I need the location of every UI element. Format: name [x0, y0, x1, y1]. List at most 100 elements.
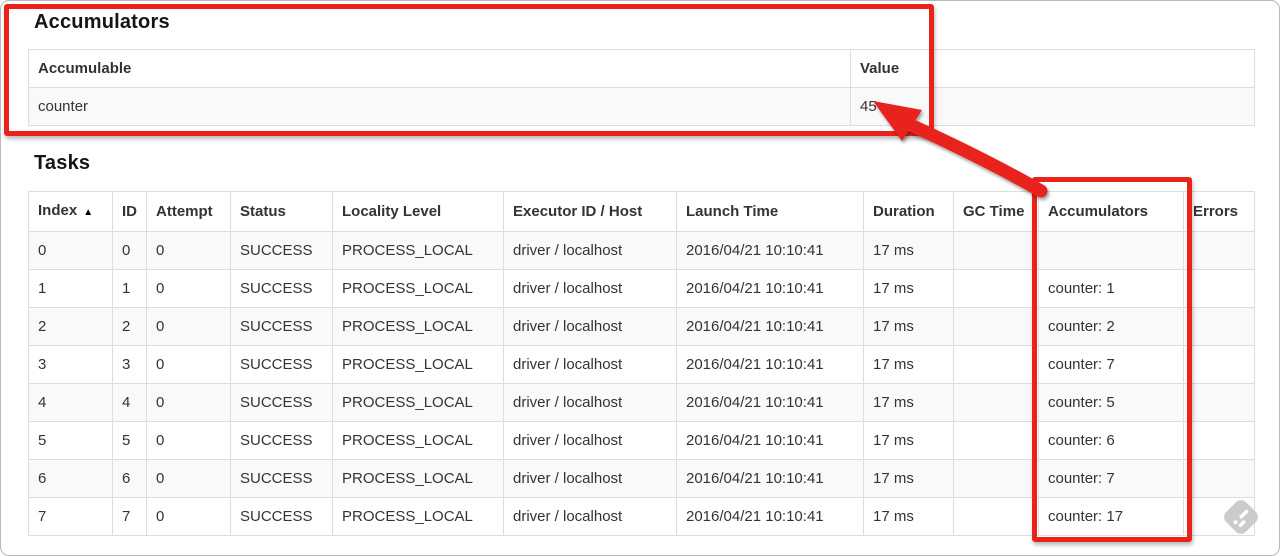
task-cell-locality-level: PROCESS_LOCAL — [332, 345, 504, 384]
task-cell-launch-time: 2016/04/21 10:10:41 — [676, 421, 864, 460]
task-cell-attempt: 0 — [146, 383, 231, 422]
task-cell-locality-level: PROCESS_LOCAL — [332, 269, 504, 308]
accumulators-table: Accumulable Value counter 45 — [28, 49, 1255, 126]
task-cell-id: 6 — [112, 459, 147, 498]
task-cell-gc-time — [953, 497, 1039, 536]
task-cell-duration: 17 ms — [863, 307, 954, 346]
accumulator-row: counter 45 — [28, 87, 1255, 126]
task-cell-duration: 17 ms — [863, 421, 954, 460]
task-cell-id: 7 — [112, 497, 147, 536]
col-header-accumulators[interactable]: Accumulators — [1038, 191, 1184, 232]
task-cell-id: 3 — [112, 345, 147, 384]
task-cell-duration: 17 ms — [863, 345, 954, 384]
task-cell-gc-time — [953, 421, 1039, 460]
task-cell-executor-id-host: driver / localhost — [503, 421, 677, 460]
task-cell-id: 4 — [112, 383, 147, 422]
task-cell-attempt: 0 — [146, 459, 231, 498]
task-cell-errors — [1183, 269, 1255, 308]
task-row: 7 7 0 SUCCESS PROCESS_LOCAL driver / localhos… — [28, 497, 1255, 536]
task-cell-index: 5 — [28, 421, 113, 460]
task-cell-gc-time — [953, 307, 1039, 346]
task-cell-gc-time — [953, 269, 1039, 308]
task-cell-attempt: 0 — [146, 231, 231, 270]
col-header-locality-level[interactable]: Locality Level — [332, 191, 504, 232]
task-cell-index: 7 — [28, 497, 113, 536]
task-cell-executor-id-host: driver / localhost — [503, 459, 677, 498]
task-cell-attempt: 0 — [146, 345, 231, 384]
task-cell-id: 0 — [112, 231, 147, 270]
task-cell-duration: 17 ms — [863, 459, 954, 498]
task-cell-launch-time: 2016/04/21 10:10:41 — [676, 383, 864, 422]
task-cell-accumulators: counter: 7 — [1038, 345, 1184, 384]
tasks-header-row: Index ▲ ID Attempt Status Locality Level Execu… — [28, 191, 1255, 232]
task-cell-errors — [1183, 307, 1255, 346]
task-cell-executor-id-host: driver / localhost — [503, 231, 677, 270]
task-cell-launch-time: 2016/04/21 10:10:41 — [676, 459, 864, 498]
col-header-accumulable[interactable]: Accumulable — [28, 49, 851, 88]
task-cell-executor-id-host: driver / localhost — [503, 307, 677, 346]
task-row: 5 5 0 SUCCESS PROCESS_LOCAL driver / localhos… — [28, 421, 1255, 460]
col-header-status[interactable]: Status — [230, 191, 333, 232]
task-cell-launch-time: 2016/04/21 10:10:41 — [676, 307, 864, 346]
task-cell-locality-level: PROCESS_LOCAL — [332, 307, 504, 346]
accumulable-value-cell: 45 — [850, 87, 1255, 126]
task-cell-gc-time — [953, 459, 1039, 498]
col-header-attempt[interactable]: Attempt — [146, 191, 231, 232]
task-cell-index: 3 — [28, 345, 113, 384]
task-cell-index: 0 — [28, 231, 113, 270]
col-header-executor-id-host[interactable]: Executor ID / Host — [503, 191, 677, 232]
task-cell-locality-level: PROCESS_LOCAL — [332, 231, 504, 270]
task-cell-attempt: 0 — [146, 269, 231, 308]
task-cell-status: SUCCESS — [230, 269, 333, 308]
task-cell-locality-level: PROCESS_LOCAL — [332, 459, 504, 498]
task-cell-id: 5 — [112, 421, 147, 460]
task-cell-index: 1 — [28, 269, 113, 308]
tasks-table: Index ▲ ID Attempt Status Locality Level Execu… — [28, 191, 1255, 536]
task-cell-status: SUCCESS — [230, 459, 333, 498]
task-cell-status: SUCCESS — [230, 421, 333, 460]
task-cell-executor-id-host: driver / localhost — [503, 497, 677, 536]
task-cell-status: SUCCESS — [230, 383, 333, 422]
col-header-duration[interactable]: Duration — [863, 191, 954, 232]
task-cell-duration: 17 ms — [863, 269, 954, 308]
col-header-gc-time[interactable]: GC Time — [953, 191, 1039, 232]
col-header-errors[interactable]: Errors — [1183, 191, 1255, 232]
task-cell-launch-time: 2016/04/21 10:10:41 — [676, 345, 864, 384]
task-cell-gc-time — [953, 231, 1039, 270]
task-cell-executor-id-host: driver / localhost — [503, 269, 677, 308]
task-row: 4 4 0 SUCCESS PROCESS_LOCAL driver / localhos… — [28, 383, 1255, 422]
task-cell-accumulators — [1038, 231, 1184, 270]
task-cell-index: 6 — [28, 459, 113, 498]
spark-ui-stage-page: Accumulators Accumulable Value counter 4… — [0, 0, 1280, 556]
task-cell-errors — [1183, 345, 1255, 384]
feedly-watermark-icon — [1224, 500, 1258, 534]
task-cell-attempt: 0 — [146, 497, 231, 536]
task-cell-gc-time — [953, 383, 1039, 422]
col-header-index[interactable]: Index ▲ — [28, 191, 113, 232]
task-cell-attempt: 0 — [146, 421, 231, 460]
task-cell-executor-id-host: driver / localhost — [503, 345, 677, 384]
task-cell-status: SUCCESS — [230, 345, 333, 384]
task-row: 6 6 0 SUCCESS PROCESS_LOCAL driver / localhos… — [28, 459, 1255, 498]
task-cell-duration: 17 ms — [863, 383, 954, 422]
accumulators-header-row: Accumulable Value — [28, 49, 1255, 88]
task-cell-duration: 17 ms — [863, 497, 954, 536]
task-cell-duration: 17 ms — [863, 231, 954, 270]
task-cell-status: SUCCESS — [230, 497, 333, 536]
col-header-launch-time[interactable]: Launch Time — [676, 191, 864, 232]
task-row: 1 1 0 SUCCESS PROCESS_LOCAL driver / localhos… — [28, 269, 1255, 308]
col-header-id[interactable]: ID — [112, 191, 147, 232]
col-header-value[interactable]: Value — [850, 49, 1255, 88]
task-cell-status: SUCCESS — [230, 231, 333, 270]
accumulators-section-title: Accumulators — [34, 11, 170, 33]
task-cell-accumulators: counter: 6 — [1038, 421, 1184, 460]
accumulable-name-cell: counter — [28, 87, 851, 126]
task-cell-index: 4 — [28, 383, 113, 422]
task-row: 0 0 0 SUCCESS PROCESS_LOCAL driver / localhos… — [28, 231, 1255, 270]
task-row: 2 2 0 SUCCESS PROCESS_LOCAL driver / localhos… — [28, 307, 1255, 346]
task-cell-errors — [1183, 231, 1255, 270]
task-cell-errors — [1183, 383, 1255, 422]
task-cell-launch-time: 2016/04/21 10:10:41 — [676, 269, 864, 308]
task-cell-launch-time: 2016/04/21 10:10:41 — [676, 497, 864, 536]
task-cell-id: 2 — [112, 307, 147, 346]
